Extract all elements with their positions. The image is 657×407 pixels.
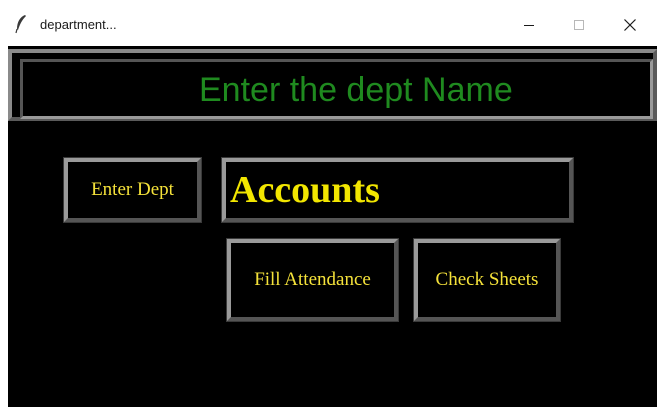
check-sheets-button[interactable]: Check Sheets bbox=[413, 238, 561, 322]
header-frame: Enter the dept Name bbox=[8, 49, 657, 121]
dept-name-input[interactable] bbox=[230, 168, 560, 212]
dept-entry-box[interactable] bbox=[221, 157, 574, 223]
client-area: Enter the dept Name Enter Dept Fill Atte… bbox=[8, 46, 657, 407]
enter-dept-button[interactable]: Enter Dept bbox=[63, 157, 202, 223]
minimize-icon bbox=[524, 25, 534, 26]
window-title: department... bbox=[40, 17, 117, 32]
fill-attendance-button[interactable]: Fill Attendance bbox=[226, 238, 399, 322]
maximize-button[interactable] bbox=[556, 8, 602, 42]
minimize-button[interactable] bbox=[506, 8, 552, 42]
close-icon bbox=[624, 19, 636, 31]
feather-icon bbox=[15, 15, 26, 34]
header-label-box: Enter the dept Name bbox=[20, 59, 653, 119]
app-window: department... Enter the dept Name Enter … bbox=[0, 0, 657, 407]
header-title: Enter the dept Name bbox=[199, 71, 513, 109]
close-button[interactable] bbox=[607, 8, 653, 42]
title-bar[interactable]: department... bbox=[0, 0, 657, 46]
maximize-icon bbox=[574, 20, 584, 30]
